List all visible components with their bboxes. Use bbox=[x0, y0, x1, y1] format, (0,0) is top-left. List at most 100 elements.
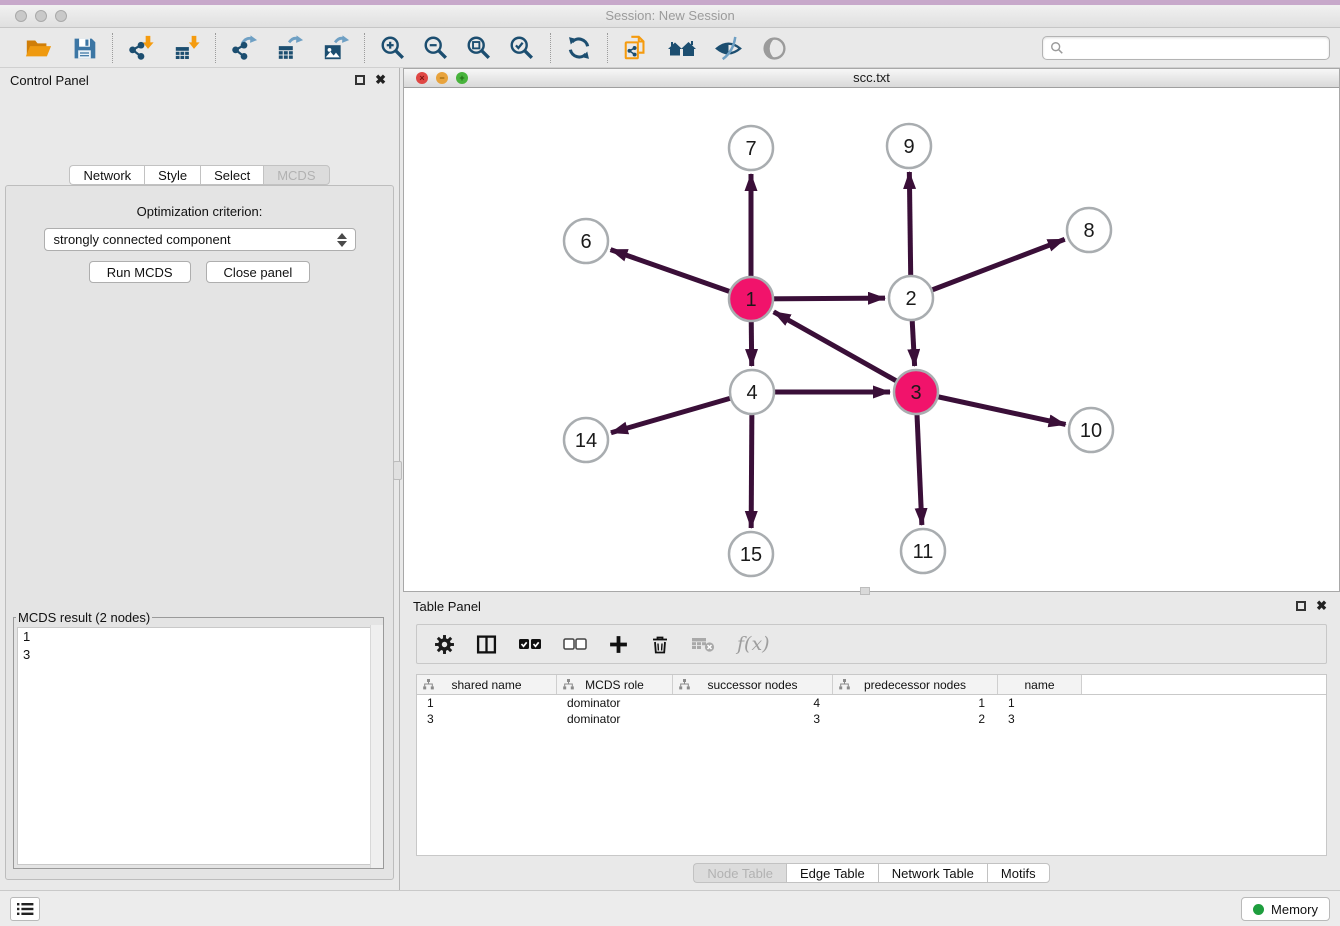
network-title: scc.txt bbox=[404, 69, 1339, 87]
node-label-15: 15 bbox=[740, 544, 762, 566]
criterion-dropdown[interactable]: strongly connected component bbox=[44, 228, 356, 251]
table-cell[interactable]: 1 bbox=[833, 695, 998, 711]
list-icon bbox=[17, 902, 34, 916]
search-box[interactable] bbox=[1042, 36, 1330, 60]
zoom-fit-icon bbox=[465, 34, 493, 62]
node-label-7: 7 bbox=[745, 138, 756, 160]
table-cell[interactable]: 3 bbox=[417, 711, 557, 727]
refresh-layout-button[interactable] bbox=[564, 33, 594, 63]
zoom-in-button[interactable] bbox=[378, 33, 408, 63]
tab-mcds[interactable]: MCDS bbox=[263, 165, 329, 185]
tab-motifs[interactable]: Motifs bbox=[987, 863, 1050, 883]
status-bar: Memory bbox=[0, 890, 1340, 926]
node-table[interactable]: shared nameMCDS rolesuccessor nodesprede… bbox=[416, 674, 1327, 856]
column-type-icon bbox=[679, 679, 690, 690]
delete-table-icon bbox=[691, 635, 716, 653]
tab-network[interactable]: Network bbox=[69, 165, 144, 185]
tab-select[interactable]: Select bbox=[200, 165, 263, 185]
column-type-icon bbox=[423, 679, 434, 690]
control-tabs: NetworkStyleSelectMCDS bbox=[0, 165, 399, 185]
run-mcds-button[interactable]: Run MCDS bbox=[89, 261, 191, 283]
network-view-window: × − + scc.txt 7968124314101511 bbox=[403, 68, 1340, 592]
hide-glasses-button[interactable] bbox=[713, 33, 743, 63]
mcds-result-fieldset: MCDS result (2 nodes) 13 bbox=[13, 610, 384, 869]
control-panel-title: Control Panel bbox=[10, 73, 89, 88]
table-row[interactable]: 1dominator411 bbox=[417, 695, 1326, 711]
function-builder-button: f(x) bbox=[737, 632, 770, 656]
result-item[interactable]: 3 bbox=[18, 646, 379, 664]
mcds-result-list: 13 bbox=[17, 627, 380, 865]
table-cell[interactable]: 2 bbox=[833, 711, 998, 727]
result-scrollbar[interactable] bbox=[370, 625, 383, 868]
table-settings-button[interactable] bbox=[434, 632, 455, 656]
create-column-button[interactable] bbox=[608, 632, 629, 656]
memory-label: Memory bbox=[1271, 902, 1318, 917]
import-network-button[interactable] bbox=[126, 33, 156, 63]
close-panel-icon[interactable]: ✖ bbox=[375, 72, 386, 88]
close-panel-button[interactable]: Close panel bbox=[206, 261, 311, 283]
export-table-button[interactable] bbox=[275, 33, 305, 63]
network-canvas[interactable]: 7968124314101511 bbox=[404, 88, 1339, 591]
table-cell[interactable]: 1 bbox=[998, 695, 1082, 711]
table-panel: Table Panel ✖ bbox=[403, 594, 1340, 890]
table-cell[interactable]: dominator bbox=[557, 711, 673, 727]
table-cell[interactable]: 1 bbox=[417, 695, 557, 711]
edge-2-8[interactable] bbox=[911, 239, 1065, 298]
import-table-button[interactable] bbox=[172, 33, 202, 63]
criterion-value: strongly connected component bbox=[54, 232, 231, 247]
select-all-button[interactable] bbox=[518, 632, 542, 656]
search-input[interactable] bbox=[1064, 38, 1329, 58]
import-table-icon bbox=[173, 34, 201, 62]
edge-3-1[interactable] bbox=[774, 312, 916, 392]
table-row[interactable]: 3dominator323 bbox=[417, 711, 1326, 727]
close-table-panel-icon[interactable]: ✖ bbox=[1316, 598, 1327, 614]
vertical-splitter-grip[interactable] bbox=[393, 461, 402, 480]
column-type-icon bbox=[839, 679, 850, 690]
table-header-row: shared nameMCDS rolesuccessor nodesprede… bbox=[417, 675, 1326, 695]
zoom-out-button[interactable] bbox=[421, 33, 451, 63]
export-image-button[interactable] bbox=[321, 33, 351, 63]
export-image-icon bbox=[322, 34, 350, 62]
column-header[interactable]: MCDS role bbox=[557, 675, 673, 694]
export-network-button[interactable] bbox=[229, 33, 259, 63]
column-header[interactable]: name bbox=[998, 675, 1082, 694]
column-header[interactable]: shared name bbox=[417, 675, 557, 694]
horizontal-splitter-grip[interactable] bbox=[860, 587, 870, 595]
zoom-fit-button[interactable] bbox=[464, 33, 494, 63]
table-cell[interactable]: 4 bbox=[673, 695, 833, 711]
clone-network-button[interactable] bbox=[621, 33, 651, 63]
result-item[interactable]: 1 bbox=[18, 628, 379, 646]
app-title: Session: New Session bbox=[0, 5, 1340, 27]
open-file-button[interactable] bbox=[23, 33, 53, 63]
plus-icon bbox=[608, 634, 629, 655]
table-cell[interactable]: 3 bbox=[673, 711, 833, 727]
column-header[interactable]: predecessor nodes bbox=[833, 675, 998, 694]
memory-button[interactable]: Memory bbox=[1241, 897, 1330, 921]
tab-style[interactable]: Style bbox=[144, 165, 200, 185]
show-column-button[interactable] bbox=[476, 632, 497, 656]
deselect-all-button[interactable] bbox=[563, 632, 587, 656]
tab-node-table[interactable]: Node Table bbox=[693, 863, 786, 883]
mcds-result-title: MCDS result (2 nodes) bbox=[16, 610, 152, 625]
table-toolbar: f(x) bbox=[416, 624, 1327, 664]
tab-edge-table[interactable]: Edge Table bbox=[786, 863, 878, 883]
control-panel: Control Panel ✖ NetworkStyleSelectMCDS O… bbox=[0, 68, 400, 890]
float-panel-icon[interactable] bbox=[355, 75, 365, 85]
float-table-panel-icon[interactable] bbox=[1296, 601, 1306, 611]
tab-network-table[interactable]: Network Table bbox=[878, 863, 987, 883]
show-eye-button[interactable] bbox=[759, 33, 789, 63]
header-filler bbox=[1082, 675, 1326, 694]
column-header[interactable]: successor nodes bbox=[673, 675, 833, 694]
trash-icon bbox=[650, 634, 670, 655]
home-button[interactable] bbox=[667, 33, 697, 63]
table-cell[interactable]: 3 bbox=[998, 711, 1082, 727]
network-titlebar[interactable]: × − + scc.txt bbox=[404, 69, 1339, 88]
save-session-button[interactable] bbox=[69, 33, 99, 63]
zoom-selected-icon bbox=[508, 34, 536, 62]
delete-column-button[interactable] bbox=[650, 632, 670, 656]
main-toolbar bbox=[0, 29, 1340, 68]
zoom-selected-button[interactable] bbox=[507, 33, 537, 63]
refresh-icon bbox=[566, 35, 592, 61]
table-cell[interactable]: dominator bbox=[557, 695, 673, 711]
task-history-button[interactable] bbox=[10, 897, 40, 921]
